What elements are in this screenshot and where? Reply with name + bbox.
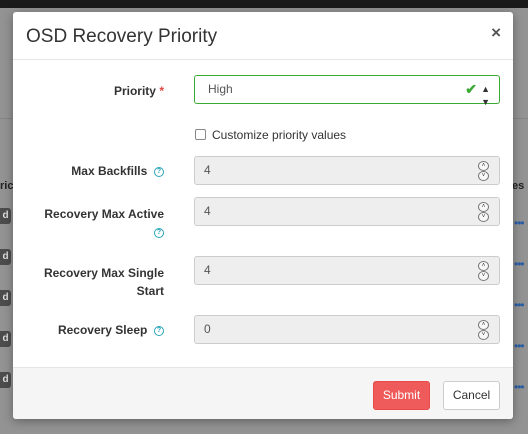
recovery-sleep-value: 0 [204, 322, 211, 336]
recovery-max-active-value: 4 [204, 204, 211, 218]
required-marker: * [159, 84, 164, 98]
close-icon[interactable]: × [491, 24, 501, 41]
select-arrows-icon: ▲ ▼ [481, 84, 490, 107]
recovery-sleep-label-text: Recovery Sleep [57, 323, 148, 337]
background-badge: d [0, 208, 11, 224]
background-row-menu-icon: ••• [514, 339, 525, 353]
recovery-max-active-label: Recovery Max Active ? [44, 205, 164, 241]
modal-title: OSD Recovery Priority [26, 26, 218, 47]
number-spinner[interactable]: ˄ ˅ [478, 161, 489, 181]
number-spinner[interactable]: ˄ ˅ [478, 320, 489, 340]
spin-down-icon: ˅ [478, 171, 489, 181]
customize-checkbox-row[interactable]: Customize priority values [195, 128, 346, 142]
cancel-button[interactable]: Cancel [443, 381, 500, 410]
priority-select-value: High [208, 82, 233, 96]
customize-checkbox-label: Customize priority values [212, 128, 347, 142]
recovery-sleep-label: Recovery Sleep ? [58, 323, 164, 337]
background-topbar [0, 0, 528, 8]
help-icon[interactable]: ? [154, 227, 164, 238]
background-row-menu-icon: ••• [514, 216, 525, 230]
max-backfills-label-text: Max Backfills [71, 164, 148, 178]
recovery-priority-modal: OSD Recovery Priority × Priority * High … [13, 12, 513, 419]
modal-header: OSD Recovery Priority × [13, 12, 513, 60]
recovery-sleep-input[interactable]: 0 ˄ ˅ [194, 315, 500, 344]
background-row-menu-icon: ••• [514, 257, 525, 271]
submit-button[interactable]: Submit [373, 381, 430, 410]
background-badge: d [0, 331, 11, 347]
background-column-header-left: ric [0, 180, 14, 192]
recovery-max-single-start-input[interactable]: 4 ˄ ˅ [194, 256, 500, 285]
spin-down-icon: ˅ [478, 330, 489, 340]
recovery-max-single-start-value: 4 [204, 263, 211, 277]
max-backfills-label: Max Backfills ? [71, 164, 164, 178]
number-spinner[interactable]: ˄ ˅ [478, 261, 489, 281]
background-badge: d [0, 290, 11, 306]
spin-up-icon: ˄ [478, 202, 489, 212]
background-row-menu-icon: ••• [514, 380, 525, 394]
help-icon[interactable]: ? [154, 325, 164, 336]
spin-up-icon: ˄ [478, 320, 489, 330]
background-row-menu-icon: ••• [514, 298, 525, 312]
background-badge: d [0, 249, 11, 265]
spin-down-icon: ˅ [478, 271, 489, 281]
recovery-max-active-input[interactable]: 4 ˄ ˅ [194, 197, 500, 226]
spin-up-icon: ˄ [478, 261, 489, 271]
max-backfills-value: 4 [204, 163, 211, 177]
modal-footer: Submit Cancel [13, 367, 513, 419]
valid-check-icon: ✔ [465, 81, 477, 97]
recovery-max-active-label-text: Recovery Max Active [44, 207, 164, 221]
recovery-max-single-start-label: Recovery Max Single Start [43, 266, 164, 298]
spin-down-icon: ˅ [478, 212, 489, 222]
priority-label-text: Priority [113, 84, 156, 98]
max-backfills-input[interactable]: 4 ˄ ˅ [194, 156, 500, 185]
number-spinner[interactable]: ˄ ˅ [478, 202, 489, 222]
help-icon[interactable]: ? [154, 166, 164, 177]
priority-label: Priority * [114, 84, 164, 98]
customize-checkbox[interactable] [195, 129, 206, 140]
background-column-header-right: es [512, 180, 525, 192]
priority-select[interactable]: High ✔ ▲ ▼ [194, 75, 500, 107]
background-badge: d [0, 372, 11, 388]
spin-up-icon: ˄ [478, 161, 489, 171]
